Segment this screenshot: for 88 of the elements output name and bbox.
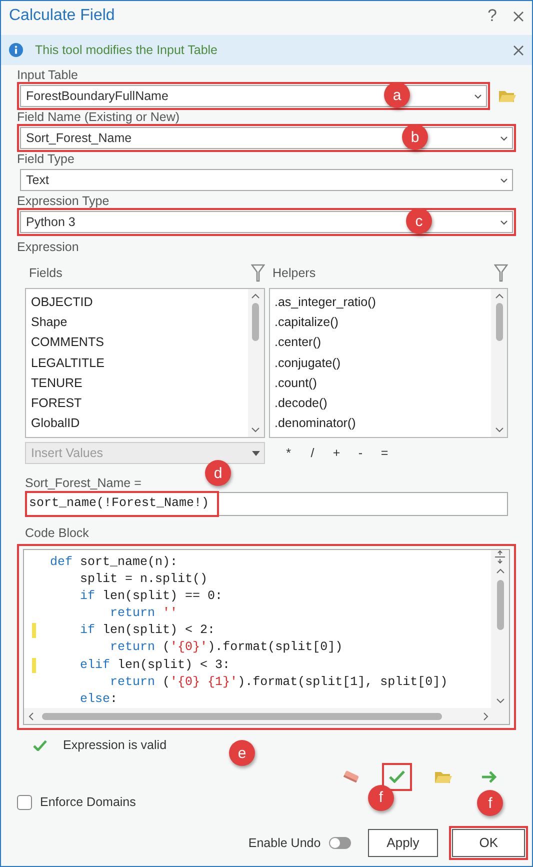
operator-button[interactable]: /: [300, 444, 325, 462]
field-label: Input Table: [17, 68, 79, 82]
filter-icon[interactable]: [494, 264, 508, 282]
scrollbar[interactable]: [248, 289, 264, 437]
list-item[interactable]: GlobalID: [31, 413, 242, 434]
checkbox-label: Enforce Domains: [40, 794, 136, 811]
section-label: Expression: [17, 240, 80, 254]
section-label: Code Block: [25, 526, 90, 540]
code-line: else:: [79, 690, 118, 708]
scroll-down-icon[interactable]: [496, 698, 504, 704]
target-label: Sort_Forest_Name =: [25, 476, 142, 490]
list-item[interactable]: COMMENTS: [31, 332, 242, 353]
caret-icon: [252, 450, 260, 456]
ok-button[interactable]: OK: [452, 829, 525, 857]
validation-message: Expression is valid: [63, 737, 167, 754]
callout-marker: d: [205, 460, 231, 486]
list-item[interactable]: .center(): [274, 332, 486, 353]
list-item[interactable]: .decode(): [274, 393, 486, 414]
expression-field[interactable]: sort_name(!Forest_Name!): [25, 492, 508, 516]
scroll-up-icon[interactable]: [494, 293, 504, 299]
scroll-left-icon[interactable]: [28, 712, 34, 720]
scroll-up-icon[interactable]: [251, 293, 260, 299]
close-icon[interactable]: [513, 10, 524, 22]
info-message: This tool modifies the Input Table: [35, 42, 218, 59]
code-line: def sort_name(n):: [50, 554, 178, 571]
caret-icon: [474, 94, 482, 98]
operator-button[interactable]: *: [276, 444, 301, 462]
dropdown-field[interactable]: Text: [20, 169, 513, 191]
folder-icon[interactable]: [434, 770, 452, 784]
checkmark-icon[interactable]: [389, 770, 405, 784]
operator-button[interactable]: +: [324, 444, 349, 462]
window-title: Calculate Field: [9, 6, 115, 26]
code-line: return '': [109, 605, 178, 622]
operator-button[interactable]: -: [348, 444, 373, 462]
list-item[interactable]: TENURE: [31, 372, 242, 394]
list-item[interactable]: LEGALTITLE: [31, 352, 242, 373]
scroll-down-icon[interactable]: [494, 427, 504, 433]
code-line: split = n.split(): [79, 571, 208, 588]
field-label: Field Type: [17, 152, 76, 166]
scroll-right-icon[interactable]: [483, 712, 489, 720]
field-label: Expression Type: [17, 194, 110, 208]
scrollbar-thumb[interactable]: [496, 580, 504, 630]
arrow-right-icon[interactable]: [480, 770, 498, 784]
caret-icon: [500, 220, 508, 224]
list-item[interactable]: .as_integer_ratio(): [274, 292, 486, 312]
scrollbar-thumb[interactable]: [42, 712, 442, 720]
scrollbar[interactable]: [491, 289, 507, 437]
list-title: Helpers: [272, 266, 316, 280]
callout-marker: f: [368, 784, 394, 811]
checkmark-icon: [33, 740, 47, 751]
list-item[interactable]: .capitalize(): [274, 312, 486, 332]
apply-button[interactable]: Apply: [368, 829, 438, 857]
code-line: return ('{0}').format(split[0]): [109, 639, 343, 656]
callout-marker: e: [229, 740, 255, 766]
caret-icon: [500, 136, 508, 140]
checkbox[interactable]: [17, 794, 32, 810]
scroll-down-icon[interactable]: [251, 427, 260, 433]
list-item[interactable]: Shape: [31, 312, 242, 332]
close-icon[interactable]: [513, 44, 524, 56]
filter-icon[interactable]: [250, 264, 264, 282]
toggle-label: Enable Undo: [248, 834, 321, 852]
callout-marker: a: [384, 82, 410, 108]
code-line: return ('{0} {1}').format(split[1], split[0]): [109, 674, 448, 691]
list-item[interactable]: .denominator(): [274, 413, 486, 434]
scroll-up-icon[interactable]: [496, 568, 504, 574]
code-line: if len(split) == 0:: [79, 588, 223, 606]
code-line: if len(split) < 2:: [79, 622, 216, 640]
caret-icon: [500, 178, 508, 182]
callout-marker: b: [402, 124, 428, 150]
field-label: Field Name (Existing or New): [17, 110, 181, 124]
toggle-switch[interactable]: [328, 837, 351, 849]
list-item[interactable]: .count(): [274, 372, 486, 394]
code-line: elif len(split) < 3:: [79, 656, 230, 674]
operator-button[interactable]: =: [372, 444, 397, 462]
scrollbar-thumb[interactable]: [496, 303, 502, 341]
callout-marker: c: [406, 208, 432, 234]
folder-icon[interactable]: [498, 89, 516, 103]
code-editor[interactable]: def sort_name(n): split = n.split() if len(split) == 0: return '' if len(split) < 2: return ('{0}').format(split[0]) elif len(split) < 3: return ('{0} {1}').format(split[1], split[0]) else:: [23, 549, 510, 725]
split-icon[interactable]: [494, 550, 506, 564]
help-button[interactable]: ?: [488, 3, 497, 29]
callout-marker: f: [477, 790, 504, 816]
list-item[interactable]: .conjugate(): [274, 352, 486, 373]
info-icon: [9, 43, 23, 57]
list-item[interactable]: OBJECTID: [31, 292, 242, 312]
scrollbar[interactable]: [24, 708, 509, 724]
scrollbar-thumb[interactable]: [252, 303, 259, 341]
list-item[interactable]: FOREST: [31, 393, 242, 414]
list-title: Fields: [28, 266, 62, 280]
